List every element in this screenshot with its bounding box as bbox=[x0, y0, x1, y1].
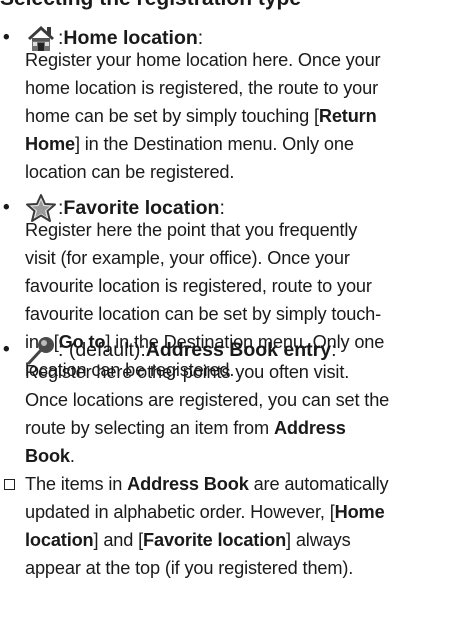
text-span: appear at the top (if you registered the… bbox=[25, 558, 354, 578]
text-span: favourite location is registered, route … bbox=[25, 275, 372, 296]
text-span: Register here the point that you frequen… bbox=[25, 220, 358, 240]
text-line: location] and [Favorite location] always bbox=[25, 526, 462, 554]
text-line: route by selecting an item from Address bbox=[25, 415, 462, 443]
bold-term: Favorite location bbox=[143, 530, 287, 550]
text-line: Book. bbox=[25, 443, 462, 471]
text-span: ] always bbox=[286, 530, 351, 550]
text-span: are automatically bbox=[248, 474, 389, 494]
text-line: The items in Address Book are automatica… bbox=[25, 470, 462, 498]
text-line: updated in alphabetic order. However, [H… bbox=[25, 498, 462, 526]
bold-term: Return bbox=[318, 105, 377, 126]
text-line: Home] in the Destination menu. Only one bbox=[25, 131, 462, 159]
text-span: home can be set by simply touching [ bbox=[25, 105, 319, 126]
text-line: Once locations are registered, you can s… bbox=[25, 387, 462, 415]
text-line: favourite location can be set by simply … bbox=[25, 301, 462, 329]
bold-term: Home bbox=[25, 133, 75, 154]
text-span: Register here other points you often vis… bbox=[25, 362, 350, 382]
bold-term: location bbox=[25, 530, 94, 550]
text-line: Register here other points you often vis… bbox=[25, 359, 462, 387]
text-span: . bbox=[69, 445, 75, 466]
text-line: home location is registered, the route t… bbox=[25, 75, 462, 103]
bullet: • bbox=[3, 339, 10, 360]
bold-term: Address bbox=[273, 417, 346, 438]
text-span: Once locations are registered, you can s… bbox=[25, 389, 390, 410]
text-span: visit (for example, your office). Once y… bbox=[25, 247, 350, 268]
note-checkbox-icon bbox=[4, 479, 15, 490]
text-span: ] and [ bbox=[93, 530, 144, 550]
bold-term: Address Book bbox=[127, 474, 249, 494]
text-line: appear at the top (if you registered the… bbox=[25, 554, 462, 582]
text-span: route by selecting an item from bbox=[25, 417, 274, 438]
bold-term: Home bbox=[334, 502, 385, 522]
bullet: • bbox=[3, 27, 10, 48]
text-line: Register your home location here. Once y… bbox=[25, 47, 462, 75]
bullet: • bbox=[3, 197, 10, 218]
text-span: updated in alphabetic order. However, [ bbox=[25, 502, 335, 522]
text-span: The items in bbox=[25, 474, 128, 494]
text-span: ] in the Destination menu. Only one bbox=[74, 133, 354, 154]
text-span: location can be registered. bbox=[25, 161, 235, 182]
text-line: home can be set by simply touching [Retu… bbox=[25, 103, 462, 131]
text-line: Register here the point that you frequen… bbox=[25, 217, 462, 245]
manual-page: Selecting the registration type • : Home… bbox=[0, 0, 464, 619]
item-description: Register your home location here. Once y… bbox=[25, 47, 462, 187]
text-line: location can be registered. bbox=[25, 159, 462, 187]
text-line: visit (for example, your office). Once y… bbox=[25, 245, 462, 273]
text-span: favourite location can be set by simply … bbox=[25, 303, 382, 324]
bold-term: Book bbox=[25, 445, 70, 466]
text-line: favourite location is registered, route … bbox=[25, 273, 462, 301]
text-span: home location is registered, the route t… bbox=[25, 77, 379, 98]
section-heading: Selecting the registration type bbox=[0, 0, 301, 11]
text-span: Register your home location here. Once y… bbox=[25, 50, 381, 70]
item-description: Register here other points you often vis… bbox=[25, 359, 462, 471]
note-text: The items in Address Book are automatica… bbox=[25, 470, 462, 582]
